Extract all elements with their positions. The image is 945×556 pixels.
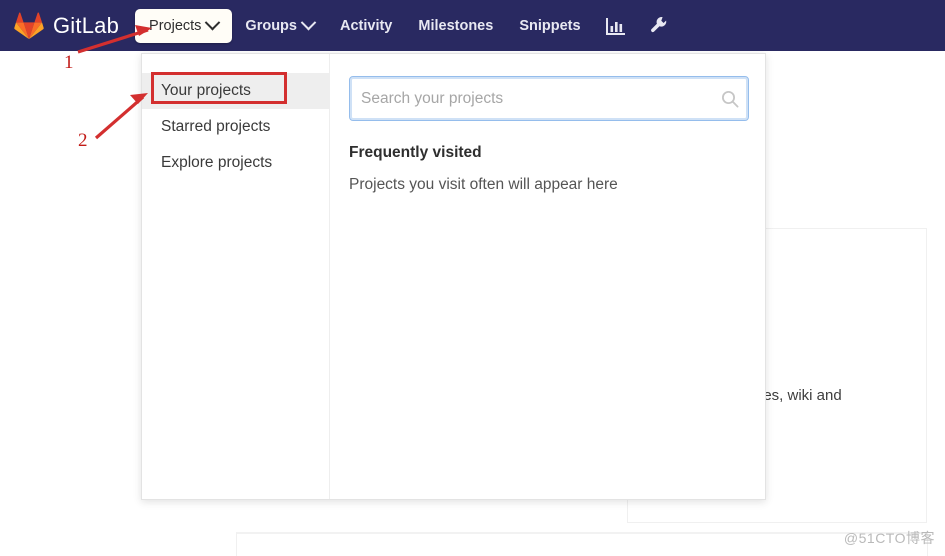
frequently-visited-title: Frequently visited bbox=[349, 144, 482, 161]
nav-item-projects[interactable]: Projects bbox=[135, 8, 233, 43]
chevron-down-icon bbox=[205, 14, 221, 31]
dropdown-item-your-projects-label: Your projects bbox=[161, 82, 251, 99]
nav-item-activity-label: Activity bbox=[339, 17, 393, 34]
search-input[interactable] bbox=[349, 76, 749, 121]
dropdown-item-explore-projects[interactable]: Explore projects bbox=[142, 145, 329, 181]
nav-item-snippets-label: Snippets bbox=[519, 17, 581, 34]
nav-item-activity[interactable]: Activity bbox=[327, 11, 405, 41]
dropdown-item-explore-projects-label: Explore projects bbox=[161, 154, 273, 171]
dropdown-menu-list: Your projects Starred projects Explore p… bbox=[142, 54, 330, 499]
nav-item-milestones-label: Milestones bbox=[418, 17, 494, 34]
nav-item-groups-label: Groups bbox=[245, 17, 297, 34]
dropdown-item-starred-projects-label: Starred projects bbox=[161, 118, 271, 135]
background-card-bottom bbox=[236, 532, 928, 556]
nav-item-milestones[interactable]: Milestones bbox=[405, 11, 506, 41]
nav-item-groups[interactable]: Groups bbox=[232, 11, 327, 41]
top-navbar: GitLab Projects Groups Activity Mileston… bbox=[0, 0, 945, 51]
search-field-wrapper bbox=[349, 76, 749, 121]
chevron-down-icon bbox=[300, 14, 317, 31]
gitlab-brand[interactable]: GitLab bbox=[14, 11, 120, 40]
screenshot-root: ssues, wiki and GitLab Projects Groups A… bbox=[0, 0, 945, 556]
nav-item-projects-label: Projects bbox=[149, 17, 202, 34]
gitlab-brand-label: GitLab bbox=[53, 12, 120, 38]
dropdown-content-pane: Frequently visited Projects you visit of… bbox=[330, 54, 765, 499]
analytics-chart-icon[interactable] bbox=[594, 11, 638, 41]
dropdown-item-starred-projects[interactable]: Starred projects bbox=[142, 109, 329, 145]
projects-dropdown-panel: Your projects Starred projects Explore p… bbox=[141, 53, 766, 500]
frequently-visited-empty-text: Projects you visit often will appear her… bbox=[349, 176, 618, 193]
dropdown-item-your-projects[interactable]: Your projects bbox=[142, 73, 329, 109]
search-icon[interactable] bbox=[721, 90, 739, 108]
gitlab-fox-logo-icon bbox=[14, 11, 44, 40]
watermark: @51CTO博客 bbox=[843, 530, 935, 546]
wrench-admin-icon[interactable] bbox=[638, 10, 680, 41]
nav-item-snippets[interactable]: Snippets bbox=[506, 11, 593, 41]
